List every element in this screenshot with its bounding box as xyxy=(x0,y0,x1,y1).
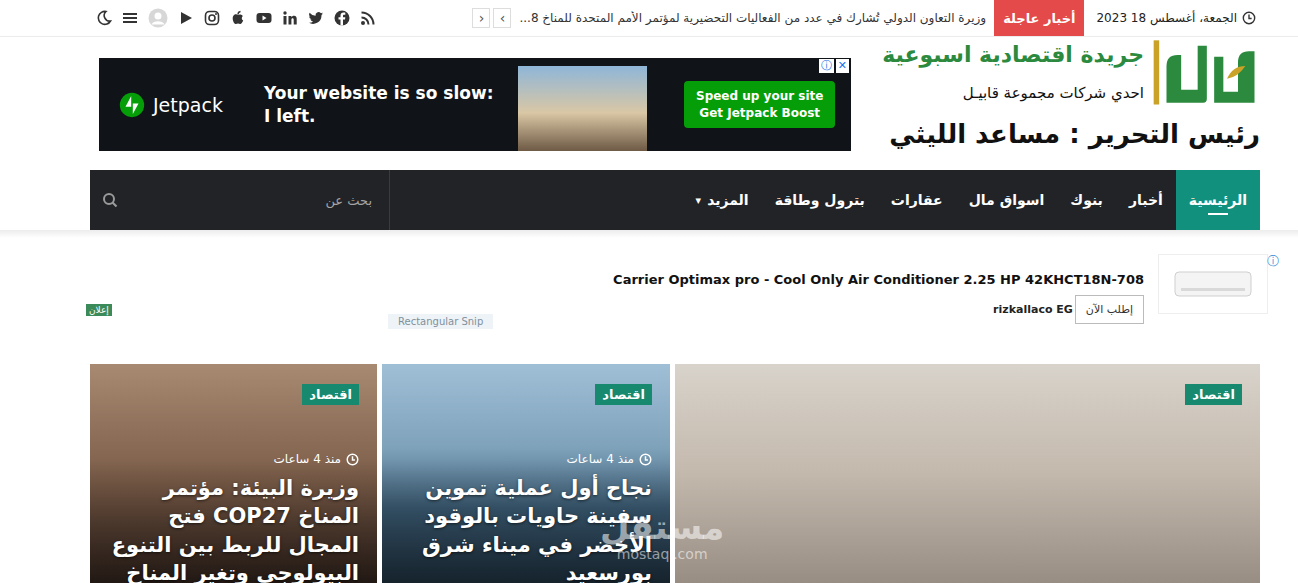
banner-ad[interactable]: JetpackYour website is so slow: I left. S… xyxy=(99,58,851,151)
breaking-ticker[interactable]: وزيرة التعاون الدولي تُشارك في عدد من ال… xyxy=(519,11,986,25)
masthead: جريدة اقتصادية اسبوعية احدي شركات مجموعة … xyxy=(90,37,1260,170)
snip-overlay-label: Rectangular Snip xyxy=(388,314,493,329)
logo-mark-icon xyxy=(1150,37,1260,117)
nav-item[interactable]: عقارات xyxy=(878,170,956,230)
sponsored-ad: ⓘCarrier Optimax pro - Cool Only Air Con… xyxy=(90,250,1260,340)
clock-icon xyxy=(346,453,359,466)
avatar-icon[interactable] xyxy=(148,8,168,28)
post-time: منذ 4 ساعات xyxy=(274,452,359,466)
news-card[interactable]: اقتصاد منذ 4 ساعات وزيرة البيئة: مؤتمر الم… xyxy=(90,364,377,583)
post-time: منذ 4 ساعات xyxy=(567,452,652,466)
site-logo[interactable]: جريدة اقتصادية اسبوعية احدي شركات مجموعة … xyxy=(860,37,1260,149)
ad-control-button[interactable]: ⓘ xyxy=(819,59,834,73)
ticker-next-button[interactable]: › xyxy=(493,8,511,28)
rss-icon[interactable] xyxy=(360,10,376,26)
watermark: مستقلmostaql.com xyxy=(600,509,724,562)
advertiser-name: rizkallaco EG xyxy=(993,303,1073,316)
linkedin-icon[interactable] xyxy=(282,10,298,26)
category-tag[interactable]: اقتصاد xyxy=(1185,384,1242,405)
ticker-prev-button[interactable]: ‹ xyxy=(472,8,490,28)
nav-item[interactable]: اسواق مال xyxy=(956,170,1058,230)
news-page: الجمعة، أغسطس 18 2023 أخبار عاجلة وزيرة ال… xyxy=(0,0,1298,583)
jetpack-bolt-icon xyxy=(119,92,145,118)
category-tag[interactable]: اقتصاد xyxy=(595,384,652,405)
moon-icon[interactable] xyxy=(96,10,112,26)
news-card[interactable]: اقتصاد xyxy=(675,364,1260,583)
youtube-icon[interactable] xyxy=(256,10,272,26)
apple-icon[interactable] xyxy=(230,10,246,26)
air-conditioner-icon xyxy=(1173,266,1253,302)
play-icon[interactable] xyxy=(178,10,194,26)
featured-grid: اقتصاد اقتصاد منذ 4 ساعات نجاح أول عملية تم… xyxy=(90,364,1260,583)
breaking-label: أخبار عاجلة xyxy=(994,0,1084,36)
ad-title[interactable]: Carrier Optimax pro - Cool Only Air Cond… xyxy=(613,272,1144,287)
banner-cta-button[interactable]: Speed up your siteGet Jetpack Boost xyxy=(684,81,835,129)
clock-icon xyxy=(639,453,652,466)
nav-item[interactable]: بنوك xyxy=(1057,170,1116,230)
clock-icon xyxy=(1242,11,1256,25)
main-nav: الرئيسيةأخباربنوكاسواق مالعقاراتبترول وط… xyxy=(90,170,1260,230)
order-now-button[interactable]: إطلب الآن xyxy=(1075,295,1144,324)
ad-info-button[interactable]: ⓘ xyxy=(1267,253,1279,270)
facebook-icon[interactable] xyxy=(334,10,350,26)
nav-item[interactable]: أخبار xyxy=(1116,170,1176,230)
twitter-icon[interactable] xyxy=(308,10,324,26)
product-thumbnail[interactable]: ⓘ xyxy=(1158,254,1268,314)
logo-subtitle: احدي شركات مجموعة قابيـل xyxy=(882,84,1144,102)
ad-control-button[interactable]: ✕ xyxy=(836,59,849,73)
nav-item[interactable]: الرئيسية xyxy=(1176,170,1260,230)
banner-headline: Your website is so slow: I left. xyxy=(264,82,504,126)
jetpack-logo: Jetpack xyxy=(119,92,264,118)
banner-photo xyxy=(518,66,647,151)
menu-icon[interactable] xyxy=(122,10,138,26)
editor-in-chief: رئيس التحرير : مساعد الليثي xyxy=(860,119,1260,149)
search-box xyxy=(90,170,390,230)
news-card[interactable]: اقتصاد منذ 4 ساعات نجاح أول عملية تموين سف… xyxy=(382,364,670,583)
nav-item[interactable]: بترول وطاقة xyxy=(762,170,878,230)
dropdown-caret-icon: ▾ xyxy=(696,194,702,207)
logo-tagline: جريدة اقتصادية اسبوعية xyxy=(882,41,1144,70)
search-input[interactable] xyxy=(126,192,374,209)
top-bar: الجمعة، أغسطس 18 2023 أخبار عاجلة وزيرة ال… xyxy=(0,0,1298,37)
instagram-icon[interactable] xyxy=(204,10,220,26)
search-icon[interactable] xyxy=(102,192,118,208)
nav-item[interactable]: المزيد▾ xyxy=(683,170,762,230)
category-tag[interactable]: اقتصاد xyxy=(302,384,359,405)
ad-badge: إعلان xyxy=(86,304,112,316)
date: الجمعة، أغسطس 18 2023 xyxy=(1096,11,1260,25)
card-title[interactable]: نجاح أول عملية تموين سفينة حاويات بالوقو… xyxy=(400,474,652,583)
card-title[interactable]: وزيرة البيئة: مؤتمر المناخ COP27 فتح الم… xyxy=(108,474,359,583)
